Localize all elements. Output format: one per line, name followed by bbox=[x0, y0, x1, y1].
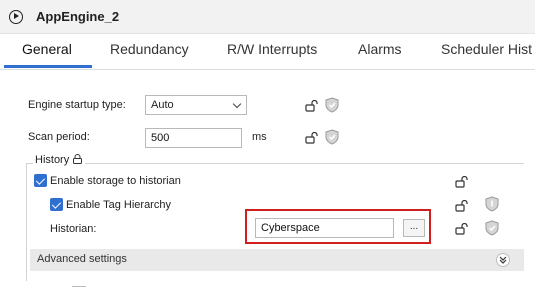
history-group-title: History bbox=[33, 154, 86, 166]
lock-icon[interactable] bbox=[72, 154, 83, 164]
tab-general[interactable]: General bbox=[22, 41, 72, 57]
tab-rw-interrupts[interactable]: R/W Interrupts bbox=[227, 41, 317, 57]
enable-tag-hierarchy-checkbox[interactable] bbox=[50, 198, 63, 211]
unlock-icon[interactable] bbox=[455, 223, 469, 235]
history-title-text: History bbox=[35, 154, 70, 166]
unlock-icon[interactable] bbox=[455, 200, 469, 212]
shield-icon[interactable] bbox=[325, 97, 339, 113]
tab-bar: General Redundancy R/W Interrupts Alarms… bbox=[0, 34, 535, 70]
engine-startup-type-select[interactable]: Auto bbox=[145, 95, 247, 115]
advanced-settings-header[interactable]: Advanced settings bbox=[30, 249, 524, 271]
enable-storage-checkbox[interactable] bbox=[34, 174, 47, 187]
shield-icon[interactable] bbox=[485, 196, 499, 212]
unlock-icon[interactable] bbox=[305, 100, 319, 112]
title-bar: AppEngine_2 bbox=[0, 0, 535, 34]
unlock-icon[interactable] bbox=[455, 176, 469, 188]
historian-browse-button[interactable]: ... bbox=[403, 219, 425, 237]
active-tab-indicator bbox=[4, 65, 92, 68]
advanced-settings-label: Advanced settings bbox=[37, 253, 127, 265]
historian-input[interactable]: Cyberspace bbox=[255, 218, 394, 238]
tab-redundancy[interactable]: Redundancy bbox=[110, 41, 189, 57]
window-title: AppEngine_2 bbox=[36, 9, 120, 24]
scan-period-label: Scan period: bbox=[28, 131, 90, 143]
chevron-down-icon bbox=[232, 99, 242, 109]
play-icon bbox=[9, 10, 23, 24]
tab-scheduler-history[interactable]: Scheduler Hist bbox=[441, 41, 532, 57]
tab-alarms[interactable]: Alarms bbox=[358, 41, 402, 57]
scroll-indicator bbox=[72, 286, 86, 289]
unlock-icon[interactable] bbox=[305, 132, 319, 144]
enable-tag-hierarchy-label: Enable Tag Hierarchy bbox=[66, 199, 171, 211]
scan-period-input[interactable]: 500 bbox=[145, 128, 242, 148]
shield-icon[interactable] bbox=[485, 220, 499, 236]
engine-startup-type-value: Auto bbox=[151, 99, 174, 111]
historian-label: Historian: bbox=[50, 223, 97, 235]
engine-startup-type-label: Engine startup type: bbox=[28, 99, 126, 111]
expand-icon[interactable] bbox=[496, 253, 510, 267]
scan-period-unit: ms bbox=[252, 131, 267, 143]
shield-icon[interactable] bbox=[325, 129, 339, 145]
enable-storage-label: Enable storage to historian bbox=[50, 175, 181, 187]
